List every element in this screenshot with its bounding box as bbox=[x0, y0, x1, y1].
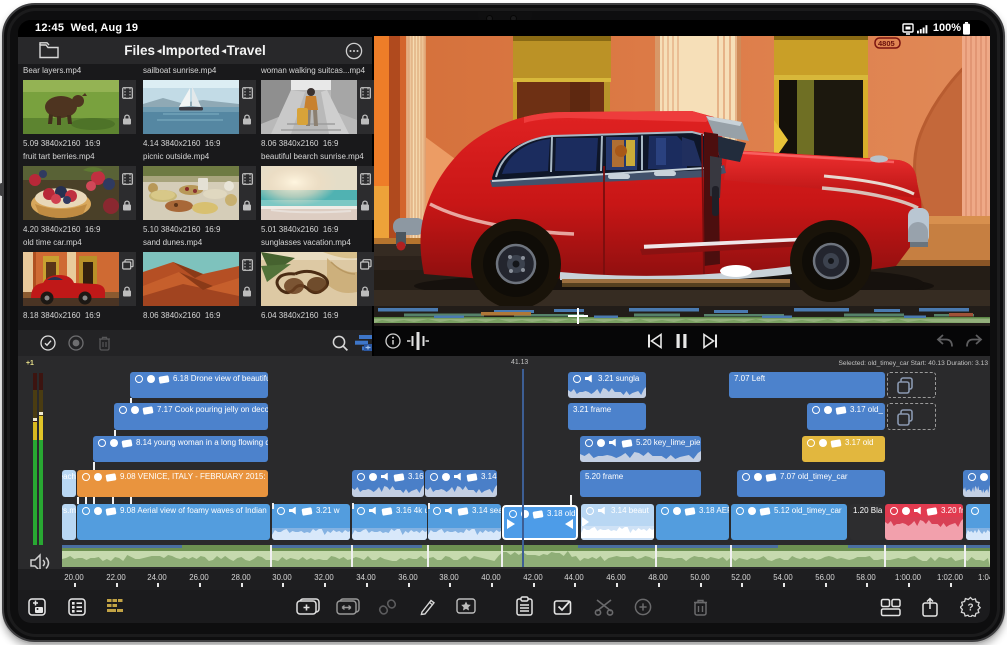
svg-text:4805: 4805 bbox=[878, 39, 895, 48]
svg-text:?: ? bbox=[967, 603, 973, 614]
